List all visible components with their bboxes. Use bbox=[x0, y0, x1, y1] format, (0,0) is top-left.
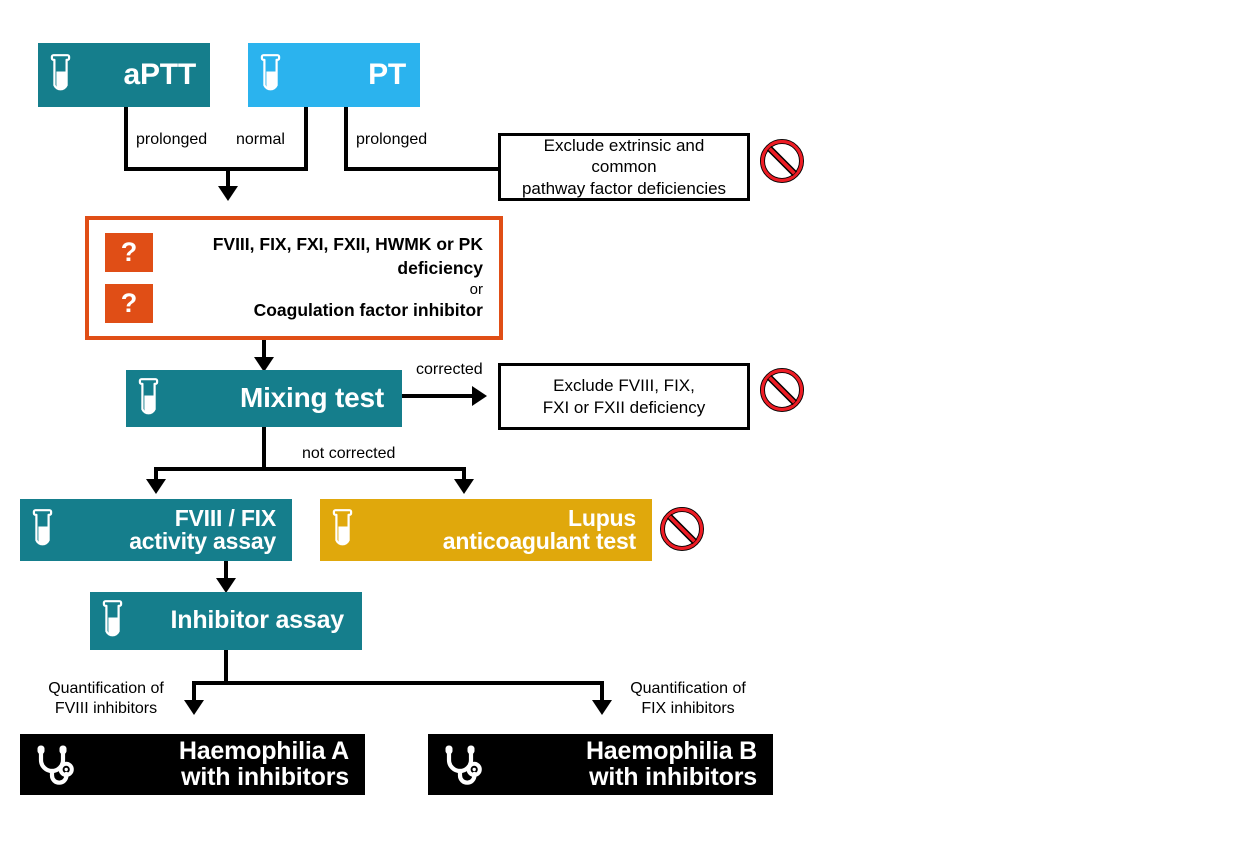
connector-corrected bbox=[402, 394, 475, 398]
node-lupus-test-label: Lupus anticoagulant test bbox=[442, 504, 636, 554]
arrowhead-to-inhibitor-assay bbox=[216, 578, 236, 593]
node-mixing-test[interactable]: Mixing test bbox=[126, 370, 402, 427]
node-inhibitor-assay-label: Inhibitor assay bbox=[170, 606, 345, 635]
uncertain-line-1: FVIII, FIX, FXI, FXII, HWMK or PK defici… bbox=[212, 234, 483, 278]
arrowhead-to-uncertain bbox=[218, 186, 238, 201]
prohibition-icon bbox=[760, 368, 804, 412]
connector-merge-bar bbox=[124, 167, 308, 171]
connector-not-corrected-stem bbox=[262, 427, 266, 471]
node-activity-assay-label: FVIII / FIX activity assay bbox=[129, 504, 276, 554]
node-haemophilia-a[interactable]: Haemophilia A with inhibitors bbox=[20, 734, 365, 795]
connector-pt-prolonged-right bbox=[344, 167, 502, 171]
node-exclude-extrinsic[interactable]: Exclude extrinsic and common pathway fac… bbox=[498, 133, 750, 201]
uncertain-line-3: Coagulation factor inhibitor bbox=[253, 300, 483, 321]
question-mark-icon-2: ? bbox=[105, 284, 153, 323]
node-pt[interactable]: PT bbox=[248, 43, 420, 107]
connector-inhibitor-stem bbox=[224, 650, 228, 685]
uncertain-line-2: or bbox=[469, 280, 483, 298]
node-mixing-test-label: Mixing test bbox=[239, 382, 384, 414]
edge-label-pt-prolonged: prolonged bbox=[356, 131, 428, 148]
node-haemophilia-b[interactable]: Haemophilia B with inhibitors bbox=[428, 734, 773, 795]
arrowhead-to-exclude-intrinsic bbox=[472, 386, 487, 406]
test-tube-icon bbox=[134, 376, 164, 422]
test-tube-icon bbox=[28, 507, 58, 553]
test-tube-icon bbox=[98, 598, 128, 644]
node-haemophilia-b-label: Haemophilia B with inhibitors bbox=[585, 737, 757, 791]
node-inhibitor-assay[interactable]: Inhibitor assay bbox=[90, 592, 362, 650]
test-tube-icon bbox=[328, 507, 358, 553]
node-pt-label: PT bbox=[368, 57, 406, 91]
test-tube-icon bbox=[46, 52, 76, 98]
edge-label-quantification-fviii: Quantification of FVIII inhibitors bbox=[48, 680, 164, 717]
question-mark-icon-1: ? bbox=[105, 233, 153, 272]
prohibition-icon bbox=[660, 507, 704, 551]
arrowhead-to-haemophilia-b bbox=[592, 700, 612, 715]
stethoscope-icon bbox=[438, 742, 484, 788]
arrowhead-to-haemophilia-a bbox=[184, 700, 204, 715]
connector-inhibitor-bar bbox=[192, 681, 604, 685]
test-tube-icon bbox=[256, 52, 286, 98]
node-aptt-label: aPTT bbox=[123, 57, 196, 91]
node-exclude-intrinsic-label: Exclude FVIII, FIX, FXI or FXII deficien… bbox=[542, 376, 706, 417]
node-activity-assay[interactable]: FVIII / FIX activity assay bbox=[20, 499, 292, 561]
node-aptt[interactable]: aPTT bbox=[38, 43, 210, 107]
node-uncertain-differential[interactable]: ? ? FVIII, FIX, FXI, FXII, HWMK or PK de… bbox=[85, 216, 503, 340]
edge-label-quantification-fix: Quantification of FIX inhibitors bbox=[630, 680, 746, 717]
question-marker-column: ? ? bbox=[89, 220, 171, 336]
edge-label-corrected: corrected bbox=[416, 361, 483, 378]
uncertain-text-block: FVIII, FIX, FXI, FXII, HWMK or PK defici… bbox=[171, 220, 499, 336]
connector-not-corrected-bar bbox=[154, 467, 466, 471]
stethoscope-icon bbox=[30, 742, 76, 788]
node-lupus-test[interactable]: Lupus anticoagulant test bbox=[320, 499, 652, 561]
connector-aptt-down bbox=[124, 107, 128, 171]
edge-label-aptt-prolonged: prolonged bbox=[136, 131, 208, 148]
edge-label-pt-normal: normal bbox=[236, 131, 285, 148]
node-exclude-intrinsic[interactable]: Exclude FVIII, FIX, FXI or FXII deficien… bbox=[498, 363, 750, 430]
node-haemophilia-a-label: Haemophilia A with inhibitors bbox=[178, 737, 349, 791]
flowchart-canvas: aPTT PT prolonged normal prolonged Exclu… bbox=[0, 0, 1244, 852]
prohibition-icon bbox=[760, 139, 804, 183]
edge-label-not-corrected: not corrected bbox=[302, 445, 396, 462]
arrowhead-to-lupus-test bbox=[454, 479, 474, 494]
arrowhead-to-activity-assay bbox=[146, 479, 166, 494]
node-exclude-extrinsic-label: Exclude extrinsic and common pathway fac… bbox=[521, 136, 727, 198]
connector-pt-normal-down bbox=[304, 107, 308, 171]
connector-pt-prolonged-down bbox=[344, 107, 348, 171]
